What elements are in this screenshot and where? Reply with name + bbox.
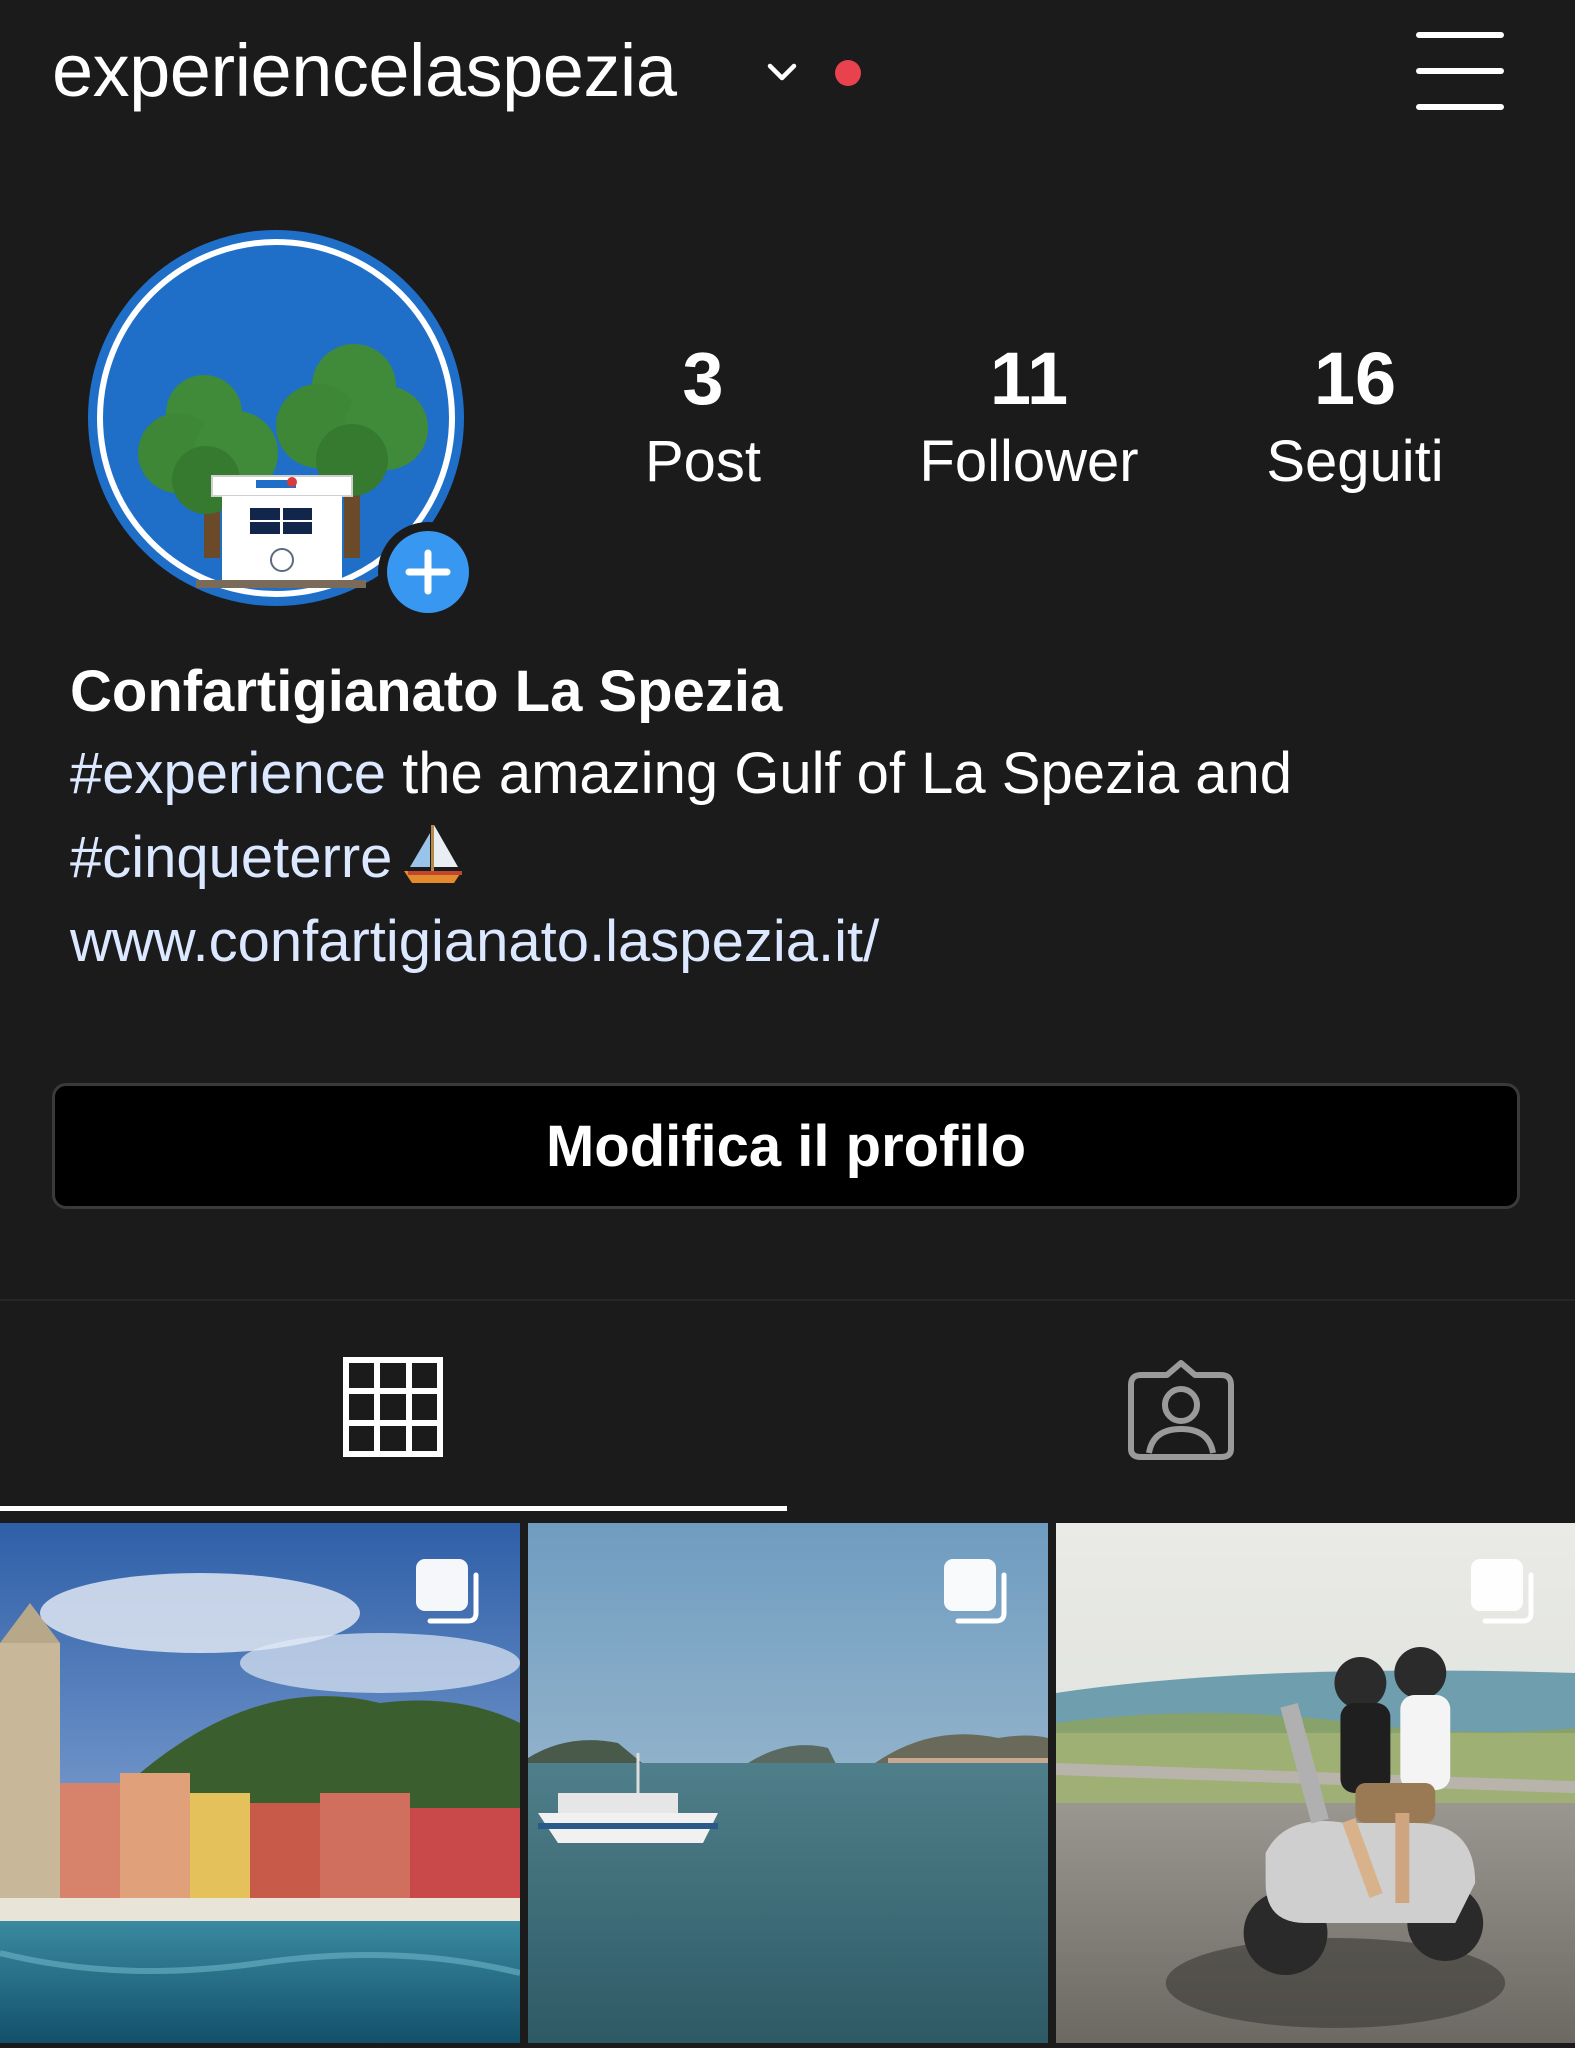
post-thumbnail[interactable] [1056, 1523, 1575, 2043]
multiple-images-icon [1471, 1559, 1534, 1624]
profile-bio: Confartigianato La Spezia #experience th… [70, 652, 1520, 984]
stat-following-count: 16 [1313, 337, 1397, 420]
tab-grid[interactable] [0, 1301, 787, 1511]
multiple-images-icon [416, 1559, 479, 1624]
stat-followers-count: 11 [989, 337, 1069, 420]
grid-icon [343, 1357, 443, 1457]
hashtag-link[interactable]: #cinqueterre [70, 825, 392, 890]
post-thumbnail[interactable] [0, 1523, 520, 2043]
tab-tagged[interactable] [787, 1301, 1575, 1511]
menu-icon[interactable] [1412, 28, 1508, 114]
stat-posts-count: 3 [682, 337, 724, 420]
multiple-images-icon [944, 1559, 1007, 1624]
profile-username[interactable]: experiencelaspezia [52, 26, 677, 116]
bio-line-3: www.confartigianato.laspezia.it/ [70, 900, 1520, 984]
stat-followers-label: Follower [919, 429, 1139, 494]
stat-following[interactable]: 16 Seguiti [1190, 334, 1520, 498]
bio-line-1: #experience the amazing Gulf of La Spezi… [70, 732, 1520, 816]
sailboat-icon [404, 825, 463, 883]
display-name: Confartigianato La Spezia [70, 659, 783, 724]
chevron-down-icon[interactable] [762, 52, 802, 92]
website-link[interactable]: www.confartigianato.laspezia.it/ [70, 909, 879, 974]
bio-line-2: #cinqueterre [70, 816, 1520, 900]
tagged-user-icon [1128, 1360, 1234, 1460]
plus-icon [405, 549, 451, 595]
stat-posts-label: Post [644, 429, 762, 494]
hashtag-link[interactable]: #experience [70, 741, 386, 806]
stat-posts[interactable]: 3 Post [538, 334, 868, 498]
notification-dot [835, 60, 861, 86]
active-tab-indicator [0, 1506, 787, 1511]
bio-text: the amazing Gulf of La Spezia and [386, 741, 1293, 806]
post-thumbnail[interactable] [528, 1523, 1048, 2043]
add-story-button[interactable] [378, 522, 478, 622]
stat-following-label: Seguiti [1266, 429, 1444, 494]
edit-profile-button[interactable]: Modifica il profilo [52, 1083, 1520, 1209]
stat-followers[interactable]: 11 Follower [864, 334, 1194, 498]
